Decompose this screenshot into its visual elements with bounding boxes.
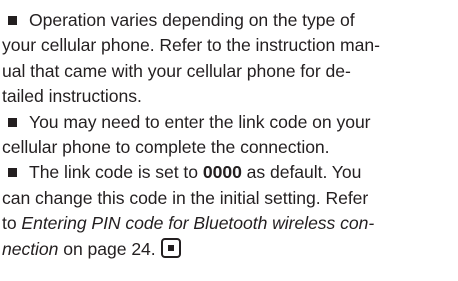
bullet-icon	[8, 168, 17, 178]
note-paragraph-operation: Operation varies depending on the type o…	[2, 8, 458, 110]
note-paragraph-default-code: The link code is set to 0000 as default.…	[2, 160, 458, 262]
document-body: Operation varies depending on the type o…	[0, 0, 458, 281]
default-link-code: 0000	[202, 162, 242, 183]
text-line: nection on page 24.	[2, 237, 458, 262]
text-line: your cellular phone. Refer to the instru…	[2, 35, 380, 56]
bullet-icon	[8, 117, 17, 127]
text-line: cellular phone to complete the connectio…	[2, 136, 330, 157]
note-paragraph-link-code-entry: You may need to enter the link code on y…	[2, 110, 458, 161]
text-line: You may need to enter the link code on y…	[2, 110, 458, 135]
text-line: ual that came with your cellular phone f…	[2, 60, 351, 81]
end-of-section-icon	[160, 237, 181, 258]
bullet-icon	[8, 16, 17, 25]
text-line: to Entering PIN code for Bluetooth wirel…	[2, 213, 375, 234]
cross-reference-title-continued: nection	[2, 238, 59, 259]
text-line: The link code is set to 0000 as default.…	[2, 160, 458, 185]
text-line: tailed instructions.	[2, 86, 142, 107]
cross-reference-title: Entering PIN code for Bluetooth wireless…	[21, 213, 375, 234]
text-line: Operation varies depending on the type o…	[2, 8, 458, 33]
text-line: can change this code in the initial sett…	[2, 187, 369, 208]
